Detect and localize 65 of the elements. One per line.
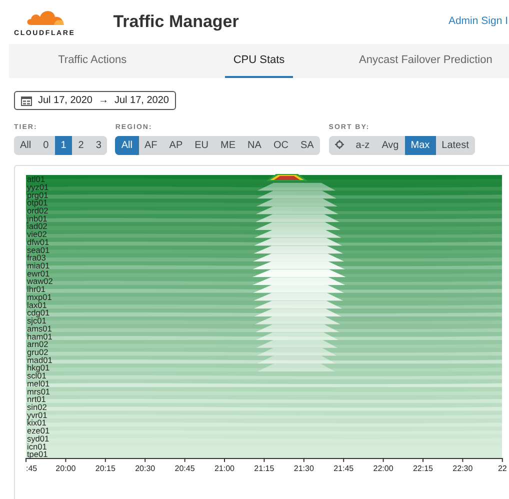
row-label: yyz01: [27, 182, 49, 192]
row-label: hkg01: [27, 362, 50, 373]
row-label: arn02: [27, 339, 48, 350]
filter-option-button[interactable]: Latest: [436, 136, 475, 155]
filter-option-button[interactable]: 3: [90, 136, 108, 155]
filter-option-button[interactable]: NA: [242, 136, 268, 155]
date-range-picker[interactable]: Jul 17, 2020 → Jul 17, 2020: [14, 91, 176, 110]
filter-option-button[interactable]: Max: [404, 136, 436, 155]
crosshair-icon: [334, 140, 344, 149]
row-label: lhr01: [27, 284, 46, 294]
row-label: tpe01: [27, 449, 48, 460]
axis-tick-label: 22: [498, 464, 507, 473]
axis-tick-label: 22:00: [373, 464, 394, 473]
filter-option-button[interactable]: AP: [163, 136, 189, 155]
filter-option-button[interactable]: All: [14, 136, 38, 155]
nav-tab[interactable]: CPU Stats: [225, 44, 293, 78]
row-label: vie02: [27, 229, 47, 240]
row-label: eze01: [27, 426, 50, 436]
row-label: mrs01: [27, 386, 50, 396]
row-label: syd01: [27, 433, 50, 444]
calendar-icon: [21, 96, 32, 106]
filter-option-button[interactable]: 0: [37, 136, 55, 155]
row-label: mel01: [27, 378, 50, 388]
filter-option-button[interactable]: OC: [267, 136, 294, 155]
filter-option-button[interactable]: SA: [294, 136, 320, 155]
axis-tick-label: 20:15: [95, 464, 116, 473]
nav-tab[interactable]: Traffic Actions: [50, 44, 135, 78]
filter-option-button[interactable]: All: [115, 136, 138, 155]
axis-tick-label: 21:00: [214, 464, 235, 473]
filter-option-button[interactable]: EU: [188, 136, 215, 155]
axis-tick-label: 21:15: [254, 464, 274, 473]
row-label: sea01: [27, 244, 50, 255]
row-label: jnb01: [27, 213, 48, 224]
filter-option-button[interactable]: Avg: [376, 136, 405, 155]
row-label: fra03: [27, 252, 46, 263]
axis-tick-label: 21:30: [294, 464, 314, 473]
app-title: Traffic Manager: [113, 11, 239, 34]
filter-option-button[interactable]: 1: [54, 136, 72, 155]
row-label: sin02: [27, 402, 47, 412]
row-label: ord02: [27, 206, 48, 216]
axis-tick-label: 22:15: [412, 464, 434, 473]
row-label: ham01: [27, 331, 52, 342]
axis-tick-label: 20:45: [174, 464, 195, 473]
row-label: ewr01: [27, 268, 50, 278]
axis-tick-label: 21:45: [334, 464, 354, 473]
axis-tick-label: 22:30: [452, 464, 473, 473]
filter-option-button[interactable]: 2: [72, 136, 90, 155]
row-label: nrt01: [27, 394, 46, 404]
admin-sign-in-link[interactable]: Admin Sign I: [448, 14, 508, 30]
row-label: dfw01: [27, 236, 50, 247]
filter-option-button[interactable]: ME: [214, 136, 242, 155]
axis-tick-label: 20:30: [135, 464, 156, 473]
filter-option-button[interactable]: a-z: [350, 136, 376, 155]
row-label: yvr01: [27, 410, 48, 420]
row-label: atl01: [27, 174, 45, 184]
cpu-peak-mark: [266, 174, 308, 181]
row-label: mia01: [27, 260, 50, 271]
row-label: mxp01: [27, 292, 52, 302]
filter-option-button[interactable]: AF: [138, 136, 164, 155]
row-label: gru02: [27, 346, 48, 357]
axis-tick-label: 20:00: [56, 464, 76, 473]
nav-tab[interactable]: Anycast Failover Prediction: [351, 44, 500, 78]
row-label: waw02: [27, 276, 53, 286]
axis-tick-label: :45: [26, 464, 38, 473]
row-label: cdg01: [27, 308, 50, 318]
